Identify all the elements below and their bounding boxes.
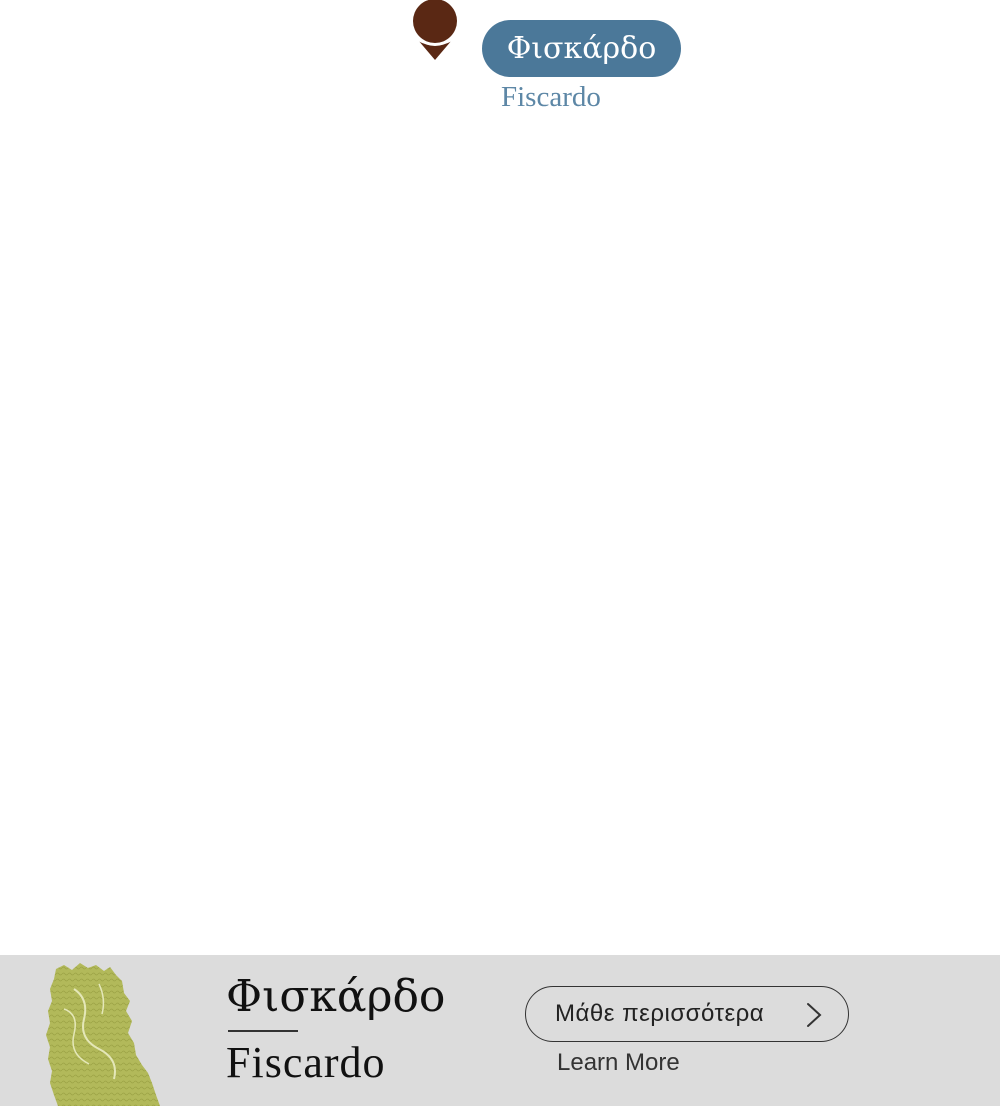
island-map-icon: [44, 959, 164, 1106]
map-pin-icon[interactable]: [412, 0, 458, 62]
place-title-greek: Φισκάρδο: [226, 971, 446, 1022]
learn-more-english-link[interactable]: Learn More: [557, 1048, 680, 1078]
place-label-button[interactable]: Φισκάρδο: [482, 20, 681, 77]
learn-more-label: Μάθε περισσότερα: [555, 1000, 765, 1027]
place-label-english: Fiscardo: [501, 81, 601, 113]
title-divider: [228, 1030, 298, 1032]
learn-more-button[interactable]: Μάθε περισσότερα: [525, 986, 849, 1042]
place-info-bar: Φισκάρδο Fiscardo Μάθε περισσότερα Learn…: [0, 955, 1000, 1106]
chevron-right-icon: [806, 1002, 822, 1028]
place-title-english: Fiscardo: [226, 1038, 386, 1087]
